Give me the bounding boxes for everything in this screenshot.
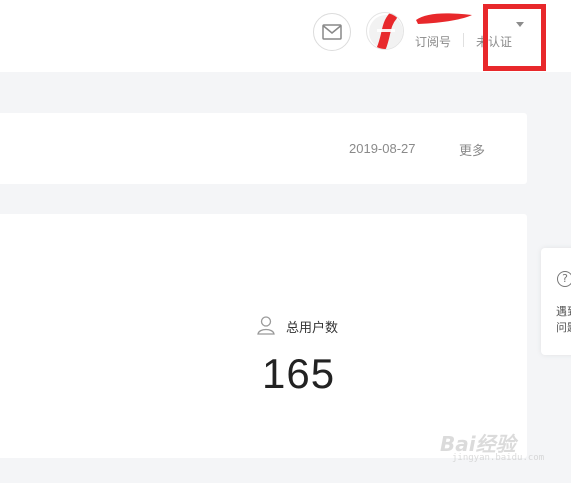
account-name-redacted: [414, 10, 476, 26]
avatar[interactable]: [366, 12, 404, 50]
mail-button[interactable]: [313, 13, 351, 51]
stats-card: [0, 214, 527, 458]
total-users-label: 总用户数: [286, 321, 339, 336]
watermark-url: jingyan.baidu.com: [452, 453, 545, 463]
notice-date: 2019-08-27: [349, 141, 416, 156]
notice-card: [0, 113, 527, 184]
help-text-line2[interactable]: 问题: [556, 319, 571, 335]
help-panel[interactable]: [541, 248, 571, 355]
total-users-value: 165: [262, 350, 336, 397]
divider: [463, 33, 464, 47]
help-text-line1[interactable]: 遇到: [556, 303, 571, 319]
question-icon[interactable]: ?: [557, 271, 571, 287]
more-link[interactable]: 更多: [459, 140, 485, 159]
user-icon: [257, 316, 275, 335]
account-type: 订阅号: [415, 35, 452, 49]
mail-icon: [322, 24, 342, 40]
annotation-highlight-box: [483, 4, 546, 71]
